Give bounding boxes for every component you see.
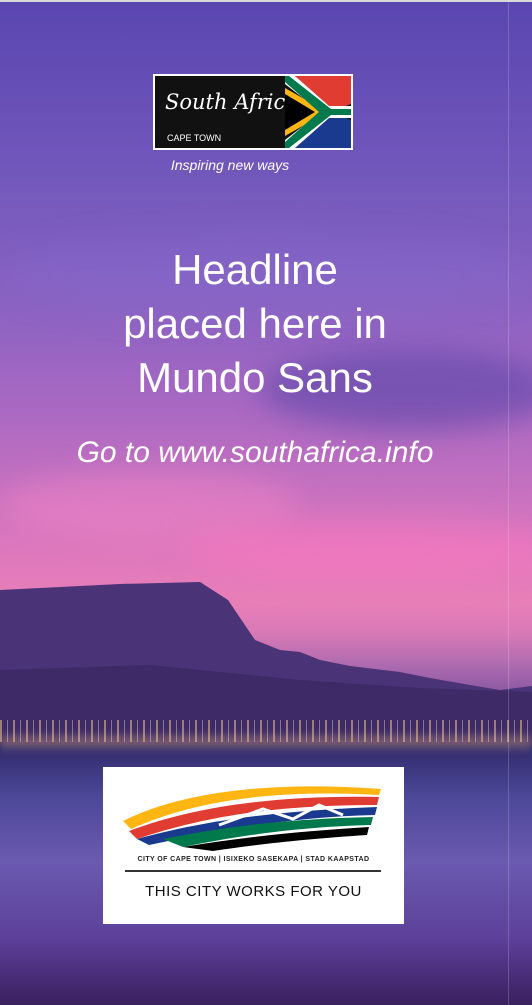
city-swoosh-icon: [123, 786, 381, 851]
south-africa-logo: South Africa CAPE TOWN: [153, 74, 353, 150]
flag-icon: [285, 76, 351, 148]
poster: South Africa CAPE TOWN Inspiring new way…: [0, 0, 532, 1005]
city-lights: [0, 720, 532, 742]
logo-subtitle: CAPE TOWN: [167, 133, 222, 143]
divider: [125, 870, 381, 872]
headline-line: Headline: [172, 246, 338, 293]
top-border: [0, 0, 532, 2]
fold-line: [508, 0, 509, 1005]
city-names: CITY OF CAPE TOWN | ISIXEKO SASEKAPA | S…: [137, 856, 370, 863]
city-slogan: THIS CITY WORKS FOR YOU: [145, 883, 362, 900]
headline-line: Mundo Sans: [137, 354, 373, 401]
headline: Headline placed here in Mundo Sans: [0, 243, 510, 405]
logo-title: South Africa: [165, 90, 298, 114]
tagline: Inspiring new ways: [170, 157, 290, 173]
website-url: Go to www.southafrica.info: [76, 436, 434, 469]
city-of-cape-town-logo: CITY OF CAPE TOWN | ISIXEKO SASEKAPA | S…: [103, 767, 404, 924]
headline-line: placed here in: [123, 300, 387, 347]
